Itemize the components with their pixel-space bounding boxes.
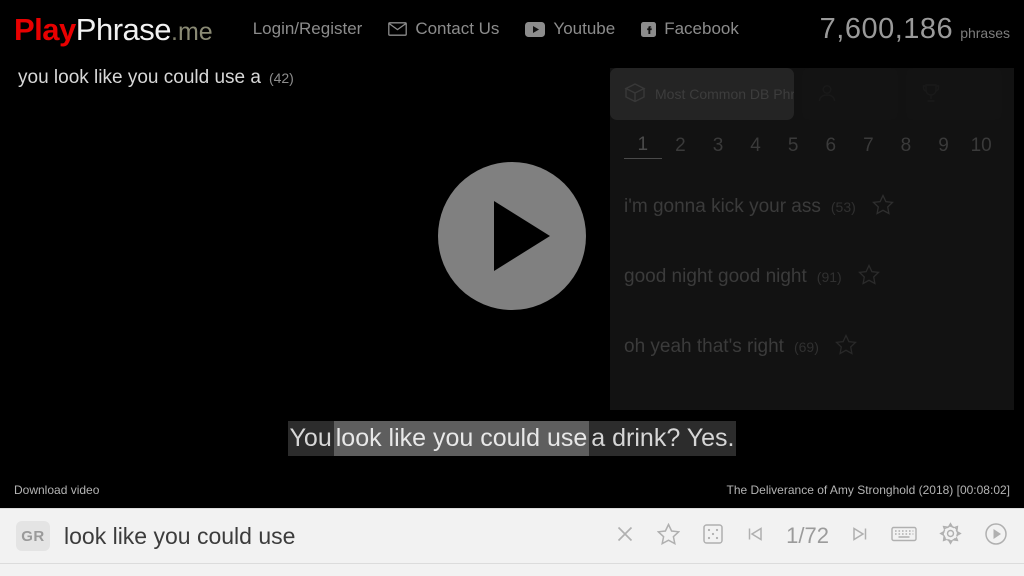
page-9[interactable]: 9 [925, 135, 963, 157]
subtitle-line: You look like you could use a drink? Yes… [0, 421, 1024, 456]
nav-youtube-label: Youtube [553, 19, 616, 38]
nav-login-register-label: Login/Register [252, 19, 363, 38]
common-phrases-panel: Most Common DB Phrases [610, 68, 1014, 410]
database-box-icon [624, 82, 646, 107]
trophy-icon [920, 82, 942, 107]
language-badge[interactable]: GR [16, 521, 50, 551]
youtube-icon [525, 21, 546, 37]
page-10[interactable]: 10 [962, 135, 1000, 157]
phrase-counter-unit: phrases [960, 24, 1010, 41]
phrase-count: (69) [793, 339, 819, 355]
envelope-icon [388, 22, 408, 36]
star-icon[interactable] [857, 263, 880, 290]
star-icon[interactable] [871, 193, 894, 220]
download-video-link[interactable]: Download video [14, 483, 99, 497]
list-item[interactable]: i'm gonna kick your ass (53) [624, 172, 1000, 242]
close-icon[interactable] [615, 524, 635, 549]
panel-tabs: Most Common DB Phrases [610, 68, 1014, 120]
tab-second[interactable] [802, 68, 898, 120]
movie-title-label: The Deliverance of Amy Stronghold (2018)… [726, 483, 1011, 497]
nav-login-register[interactable]: Login/Register [253, 19, 363, 39]
playphrase-app: PlayPhrase.me Login/Register Contact Us [0, 0, 1024, 576]
panel-pagination: 1 2 3 4 5 6 7 8 9 10 [610, 124, 1014, 168]
current-query-title: you look like you could use a (42) [18, 67, 294, 89]
list-item[interactable]: good night good night (91) [624, 242, 1000, 312]
page-6[interactable]: 6 [812, 135, 850, 157]
phrase-text: i'm gonna kick your ass [624, 196, 821, 217]
video-meta-row: Download video The Deliverance of Amy St… [0, 476, 1024, 504]
logo-phrase: Phrase [75, 11, 172, 47]
phrase-list: i'm gonna kick your ass (53) good night … [610, 168, 1014, 410]
nav-contact-us-label: Contact Us [415, 19, 500, 38]
tab-most-common-db-phrases[interactable]: Most Common DB Phrases [610, 68, 794, 120]
logo-me: me [177, 17, 213, 46]
top-bar: PlayPhrase.me Login/Register Contact Us [0, 0, 1024, 58]
search-bar: GR look like you could use 1/72 [0, 508, 1024, 564]
current-query-count: (42) [268, 70, 294, 86]
list-item[interactable] [624, 382, 1000, 410]
page-4[interactable]: 4 [737, 135, 775, 157]
phrase-text: oh yeah that's right [624, 336, 784, 357]
facebook-icon [641, 21, 657, 37]
page-7[interactable]: 7 [850, 135, 888, 157]
logo-play: Play [14, 11, 76, 47]
main-nav: Login/Register Contact Us Youtube Facebo… [253, 19, 739, 39]
page-5[interactable]: 5 [774, 135, 812, 157]
site-logo[interactable]: PlayPhrase.me [14, 14, 213, 45]
page-1[interactable]: 1 [624, 134, 662, 159]
phrase-count: (53) [830, 199, 856, 215]
search-tools: 1/72 [615, 522, 1008, 551]
page-2[interactable]: 2 [662, 135, 700, 157]
keyboard-icon[interactable] [891, 525, 917, 548]
nav-facebook[interactable]: Facebook [641, 19, 739, 39]
phrase-text: good night good night [624, 266, 807, 287]
subtitle-after: a drink? Yes. [589, 421, 737, 456]
page-3[interactable]: 3 [699, 135, 737, 157]
play-triangle [494, 201, 550, 271]
subtitle-highlight: look like you could use [333, 421, 590, 456]
search-input[interactable] [64, 522, 616, 550]
tab-most-common-db-phrases-label: Most Common DB Phrases [655, 86, 794, 102]
logo-dot: . [171, 17, 178, 46]
nav-contact-us[interactable]: Contact Us [388, 19, 499, 39]
current-query-text: you look like you could use a [18, 67, 261, 88]
page-indicator[interactable]: 1/72 [786, 523, 829, 549]
phrase-counter-value: 7,600,186 [819, 12, 954, 45]
bottom-strip [0, 564, 1024, 576]
play-icon[interactable] [438, 162, 586, 310]
star-icon[interactable] [834, 333, 857, 360]
dice-icon[interactable] [702, 523, 724, 550]
star-icon[interactable] [656, 522, 681, 550]
previous-icon[interactable] [746, 525, 764, 548]
nav-youtube[interactable]: Youtube [525, 19, 615, 39]
user-icon [816, 82, 838, 107]
phrase-counter: 7,600,186 phrases [820, 13, 1010, 46]
next-icon[interactable] [851, 525, 869, 548]
gear-icon[interactable] [939, 522, 962, 550]
play-circle-icon[interactable] [984, 522, 1008, 551]
page-8[interactable]: 8 [887, 135, 925, 157]
subtitle-before: You [287, 421, 334, 456]
phrase-count: (91) [816, 269, 842, 285]
list-item[interactable]: oh yeah that's right (69) [624, 312, 1000, 382]
nav-facebook-label: Facebook [664, 19, 739, 38]
tab-third[interactable] [906, 68, 1002, 120]
